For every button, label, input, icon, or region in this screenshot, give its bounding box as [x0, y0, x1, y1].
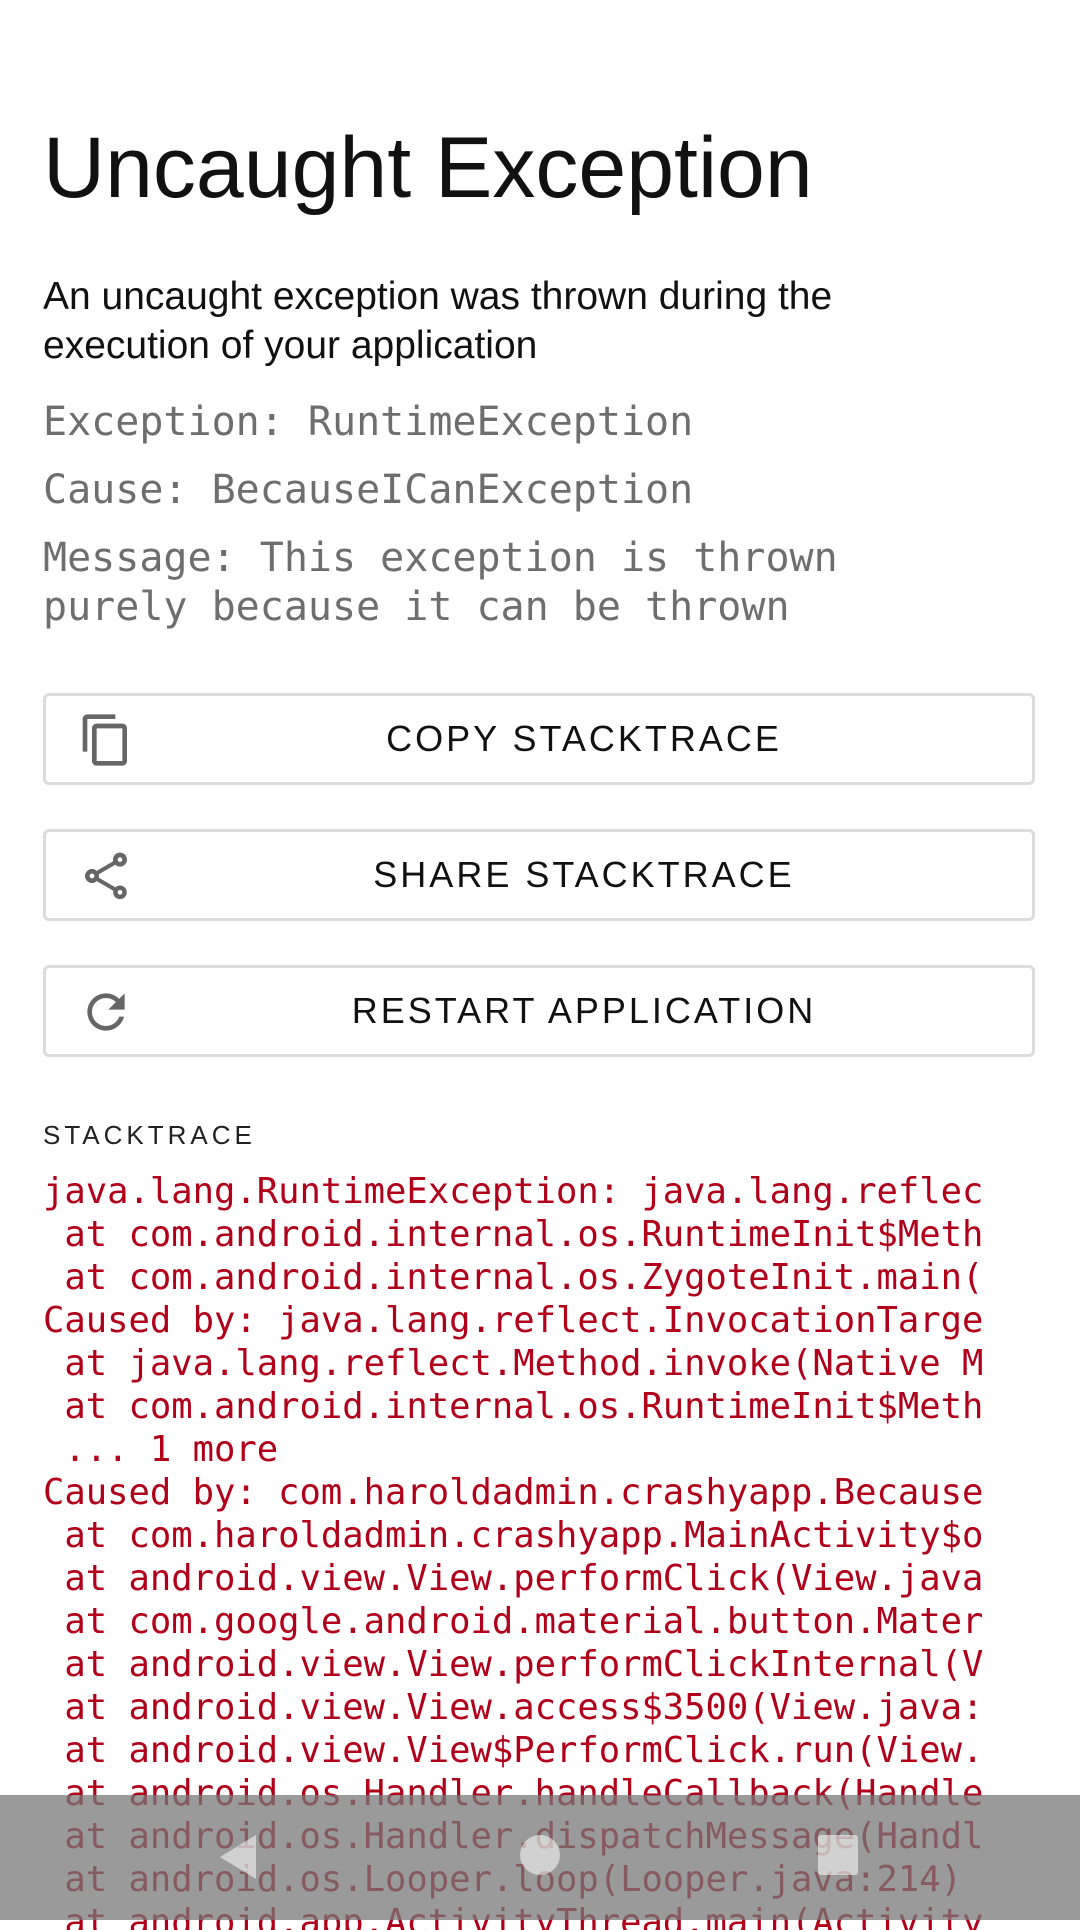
exception-message-line: Message: This exception is thrown: [43, 535, 838, 581]
stacktrace-line: at com.android.internal.os.RuntimeInit$M…: [43, 1214, 984, 1255]
page-title: Uncaught Exception: [43, 120, 813, 216]
stacktrace-line: at java.lang.reflect.Method.invoke(Nativ…: [43, 1343, 984, 1384]
stacktrace-line: at android.view.View.access$3500(View.ja…: [43, 1687, 984, 1728]
exception-cause: Cause: BecauseICanException: [43, 467, 694, 513]
system-navigation-bar: [0, 1795, 1080, 1920]
exception-type: Exception: RuntimeException: [43, 399, 694, 445]
stacktrace-line: at android.view.View$PerformClick.run(Vi…: [43, 1730, 984, 1771]
stacktrace-line: java.lang.RuntimeException: java.lang.re…: [43, 1171, 984, 1212]
stacktrace-line: at com.android.internal.os.RuntimeInit$M…: [43, 1386, 984, 1427]
share-stacktrace-label: SHARE STACKTRACE: [373, 854, 795, 895]
back-icon[interactable]: [220, 1835, 256, 1879]
home-icon[interactable]: [520, 1835, 560, 1875]
copy-icon: [82, 714, 127, 766]
exception-message-line: purely because it can be thrown: [43, 584, 790, 630]
stacktrace-line: Caused by: com.haroldadmin.crashyapp.Bec…: [43, 1472, 984, 1513]
page-subtitle: An uncaught exception was thrown during …: [43, 275, 833, 367]
share-icon: [85, 852, 127, 900]
stacktrace-section-label: STACKTRACE: [43, 1120, 256, 1150]
copy-stacktrace-label: COPY STACKTRACE: [386, 718, 782, 759]
stacktrace-line: ... 1 more: [43, 1429, 279, 1470]
refresh-icon: [87, 993, 125, 1031]
recents-icon[interactable]: [818, 1835, 858, 1875]
exception-message: Message: This exception is thrown purely…: [43, 534, 1037, 632]
stacktrace-line: at com.google.android.material.button.Ma…: [43, 1601, 984, 1642]
share-stacktrace-button[interactable]: SHARE STACKTRACE: [43, 829, 1035, 921]
restart-application-label: RESTART APPLICATION: [351, 990, 817, 1031]
copy-stacktrace-button[interactable]: COPY STACKTRACE: [43, 693, 1035, 785]
restart-application-button[interactable]: RESTART APPLICATION: [43, 965, 1035, 1057]
stacktrace-line: Caused by: java.lang.reflect.InvocationT…: [43, 1300, 984, 1341]
stacktrace-line: at android.view.View.performClick(View.j…: [43, 1558, 984, 1599]
stacktrace-line: at com.haroldadmin.crashyapp.MainActivit…: [43, 1515, 984, 1556]
stacktrace-line: at com.android.internal.os.ZygoteInit.ma…: [43, 1257, 984, 1298]
stacktrace-line: at android.view.View.performClickInterna…: [43, 1644, 984, 1685]
